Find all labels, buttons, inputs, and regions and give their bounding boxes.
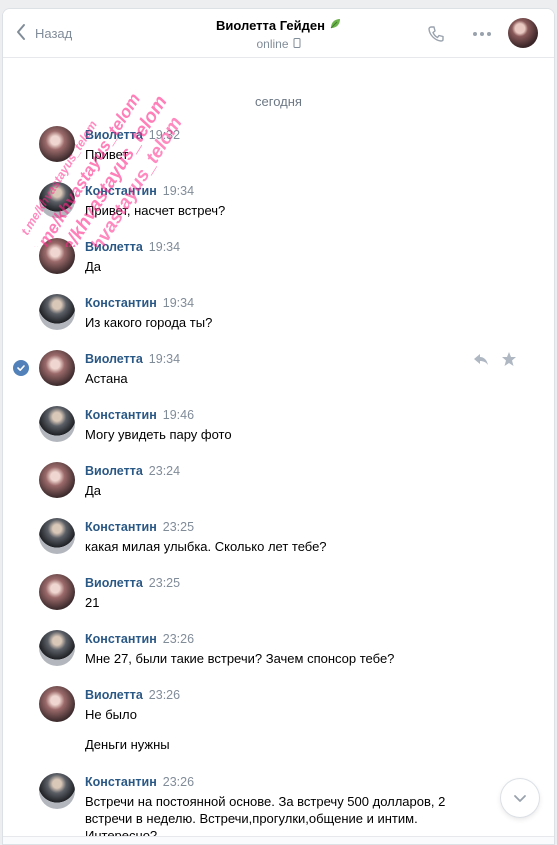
message-text: Мне 27, были такие встречи? Зачем спонсо…: [85, 651, 395, 666]
avatar[interactable]: [39, 462, 75, 498]
message-time: 23:26: [162, 775, 195, 789]
contact-name[interactable]: Виолетта Гейден: [216, 18, 341, 33]
message-author[interactable]: Константин: [85, 184, 157, 198]
star-icon[interactable]: [501, 351, 517, 367]
message-text: 21: [85, 595, 100, 610]
online-status-text: online: [256, 37, 289, 51]
mobile-icon: [293, 37, 301, 51]
message-text: Могу увидеть пару фото: [85, 427, 232, 442]
message-text: Да: [85, 259, 102, 274]
avatar[interactable]: [39, 294, 75, 330]
message-text: Да: [85, 483, 102, 498]
avatar[interactable]: [39, 126, 75, 162]
more-icon[interactable]: [470, 22, 494, 46]
message-author[interactable]: Константин: [85, 775, 157, 789]
avatar[interactable]: [39, 518, 75, 554]
chat-header: Назад Виолетта Гейден online: [3, 9, 554, 58]
avatar[interactable]: [39, 182, 75, 218]
message-text: Из какого города ты?: [85, 315, 213, 330]
message-text: Не было: [85, 707, 137, 722]
message-author[interactable]: Виолетта: [85, 688, 143, 702]
message-actions: [473, 351, 517, 367]
avatar[interactable]: [39, 406, 75, 442]
watermark-line: t.me/khvastayus_telom: [43, 92, 172, 247]
message-time: 19:34: [148, 240, 181, 254]
composer-edge: [3, 836, 554, 844]
message-time: 19:46: [162, 408, 195, 422]
reply-icon[interactable]: [473, 351, 489, 367]
message-text: какая милая улыбка. Сколько лет тебе?: [85, 539, 327, 554]
message-time: 19:32: [148, 128, 181, 142]
message-time: 23:26: [162, 632, 195, 646]
message-text: Астана: [85, 371, 128, 386]
chat-window: Назад Виолетта Гейден online сегодня Вио…: [2, 8, 555, 845]
contact-name-text: Виолетта Гейден: [216, 18, 325, 33]
avatar[interactable]: [39, 574, 75, 610]
avatar[interactable]: [39, 238, 75, 274]
avatar[interactable]: [39, 630, 75, 666]
message-text: Привет, насчет встреч?: [85, 203, 226, 218]
message-text: Деньги нужны: [85, 737, 170, 752]
message-author[interactable]: Виолетта: [85, 576, 143, 590]
message-time: 23:25: [162, 520, 195, 534]
message-author[interactable]: Константин: [85, 408, 157, 422]
phone-icon[interactable]: [424, 22, 448, 46]
leaf-icon: [329, 18, 341, 33]
contact-avatar[interactable]: [508, 18, 538, 48]
message-author[interactable]: Виолетта: [85, 128, 143, 142]
selected-check-icon[interactable]: [13, 360, 29, 376]
message-author[interactable]: Константин: [85, 520, 157, 534]
message-author[interactable]: Виолетта: [85, 352, 143, 366]
date-separator: сегодня: [255, 94, 302, 109]
scroll-down-button[interactable]: [501, 779, 539, 817]
header-actions: [424, 22, 494, 46]
message-time: 19:34: [148, 352, 181, 366]
message-author[interactable]: Константин: [85, 296, 157, 310]
avatar[interactable]: [39, 350, 75, 386]
message-author[interactable]: Виолетта: [85, 464, 143, 478]
avatar[interactable]: [39, 686, 75, 722]
message-time: 23:25: [148, 576, 181, 590]
message-time: 23:26: [148, 688, 181, 702]
watermark-line: t.me/khvastayus_telom: [29, 90, 144, 247]
message-text: Привет: [85, 147, 129, 162]
online-status: online: [256, 37, 301, 51]
message-time: 19:34: [162, 184, 195, 198]
chevron-down-icon: [513, 791, 527, 806]
message-time: 19:34: [162, 296, 195, 310]
avatar[interactable]: [39, 773, 75, 809]
message-author[interactable]: Константин: [85, 632, 157, 646]
message-time: 23:24: [148, 464, 181, 478]
message-author[interactable]: Виолетта: [85, 240, 143, 254]
